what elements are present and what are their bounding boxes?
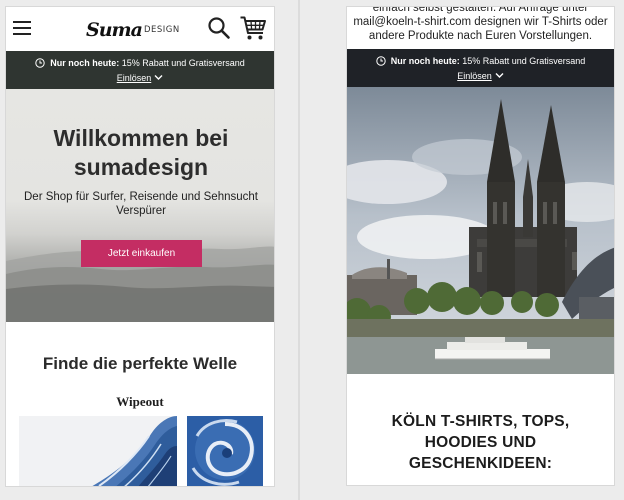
clock-icon: [35, 58, 45, 68]
promo-text: 15% Rabatt und Gratisversand: [119, 58, 245, 68]
promo-bar: Nur noch heute: 15% Rabatt und Gratisver…: [6, 51, 274, 89]
shop-now-button[interactable]: Jetzt einkaufen: [81, 240, 202, 267]
promo-line: Nur noch heute: 15% Rabatt und Gratisver…: [347, 56, 614, 66]
intro-text: einfach selbst gestalten. Auf Anfrage un…: [353, 6, 608, 42]
promo-bold-text: Nur noch heute:: [390, 56, 460, 66]
logo-suffix: DESIGN: [143, 25, 180, 35]
redeem-link[interactable]: Einlösen: [347, 71, 614, 81]
redeem-link[interactable]: Einlösen: [6, 73, 274, 83]
section-heading: KÖLN T-SHIRTS, TOPS, HOODIES UND GESCHEN…: [391, 413, 570, 472]
cart-icon[interactable]: [239, 14, 267, 42]
window-divider: [298, 0, 300, 500]
hero-title: Willkommen bei sumadesign: [53, 125, 229, 180]
left-screen: Suma DESIGN Nur noch heute: 15% Rabatt u…: [5, 6, 275, 487]
chevron-down-icon: [154, 75, 163, 80]
promo-line: Nur noch heute: 15% Rabatt und Gratisver…: [6, 58, 274, 68]
search-icon[interactable]: [207, 16, 231, 40]
site-header: Suma DESIGN: [6, 7, 274, 51]
section-title: Finde die perfekte Welle: [42, 354, 238, 373]
promo-text: 15% Rabatt und Gratisversand: [459, 56, 586, 66]
site-logo[interactable]: Suma DESIGN: [86, 15, 180, 45]
menu-icon[interactable]: [13, 21, 31, 36]
promo-bold-text: Nur noch heute:: [50, 58, 120, 68]
right-screen: einfach selbst gestalten. Auf Anfrage un…: [346, 6, 615, 486]
chevron-down-icon: [495, 73, 504, 78]
promo-bar: Nur noch heute: 15% Rabatt und Gratisver…: [347, 49, 614, 87]
cologne-cathedral-image: [347, 87, 614, 374]
clock-icon: [376, 56, 386, 66]
product-image-wave[interactable]: [19, 416, 177, 487]
product-title: Wipeout: [116, 394, 164, 409]
logo-script: Suma: [86, 19, 143, 41]
hero-subtitle: Der Shop für Surfer, Reisende und Sehnsu…: [24, 191, 258, 217]
redeem-label: Einlösen: [116, 73, 152, 83]
redeem-label: Einlösen: [457, 71, 492, 81]
product-image-swirl[interactable]: [187, 416, 263, 487]
hero-banner: Willkommen bei sumadesign Der Shop für S…: [6, 89, 274, 322]
